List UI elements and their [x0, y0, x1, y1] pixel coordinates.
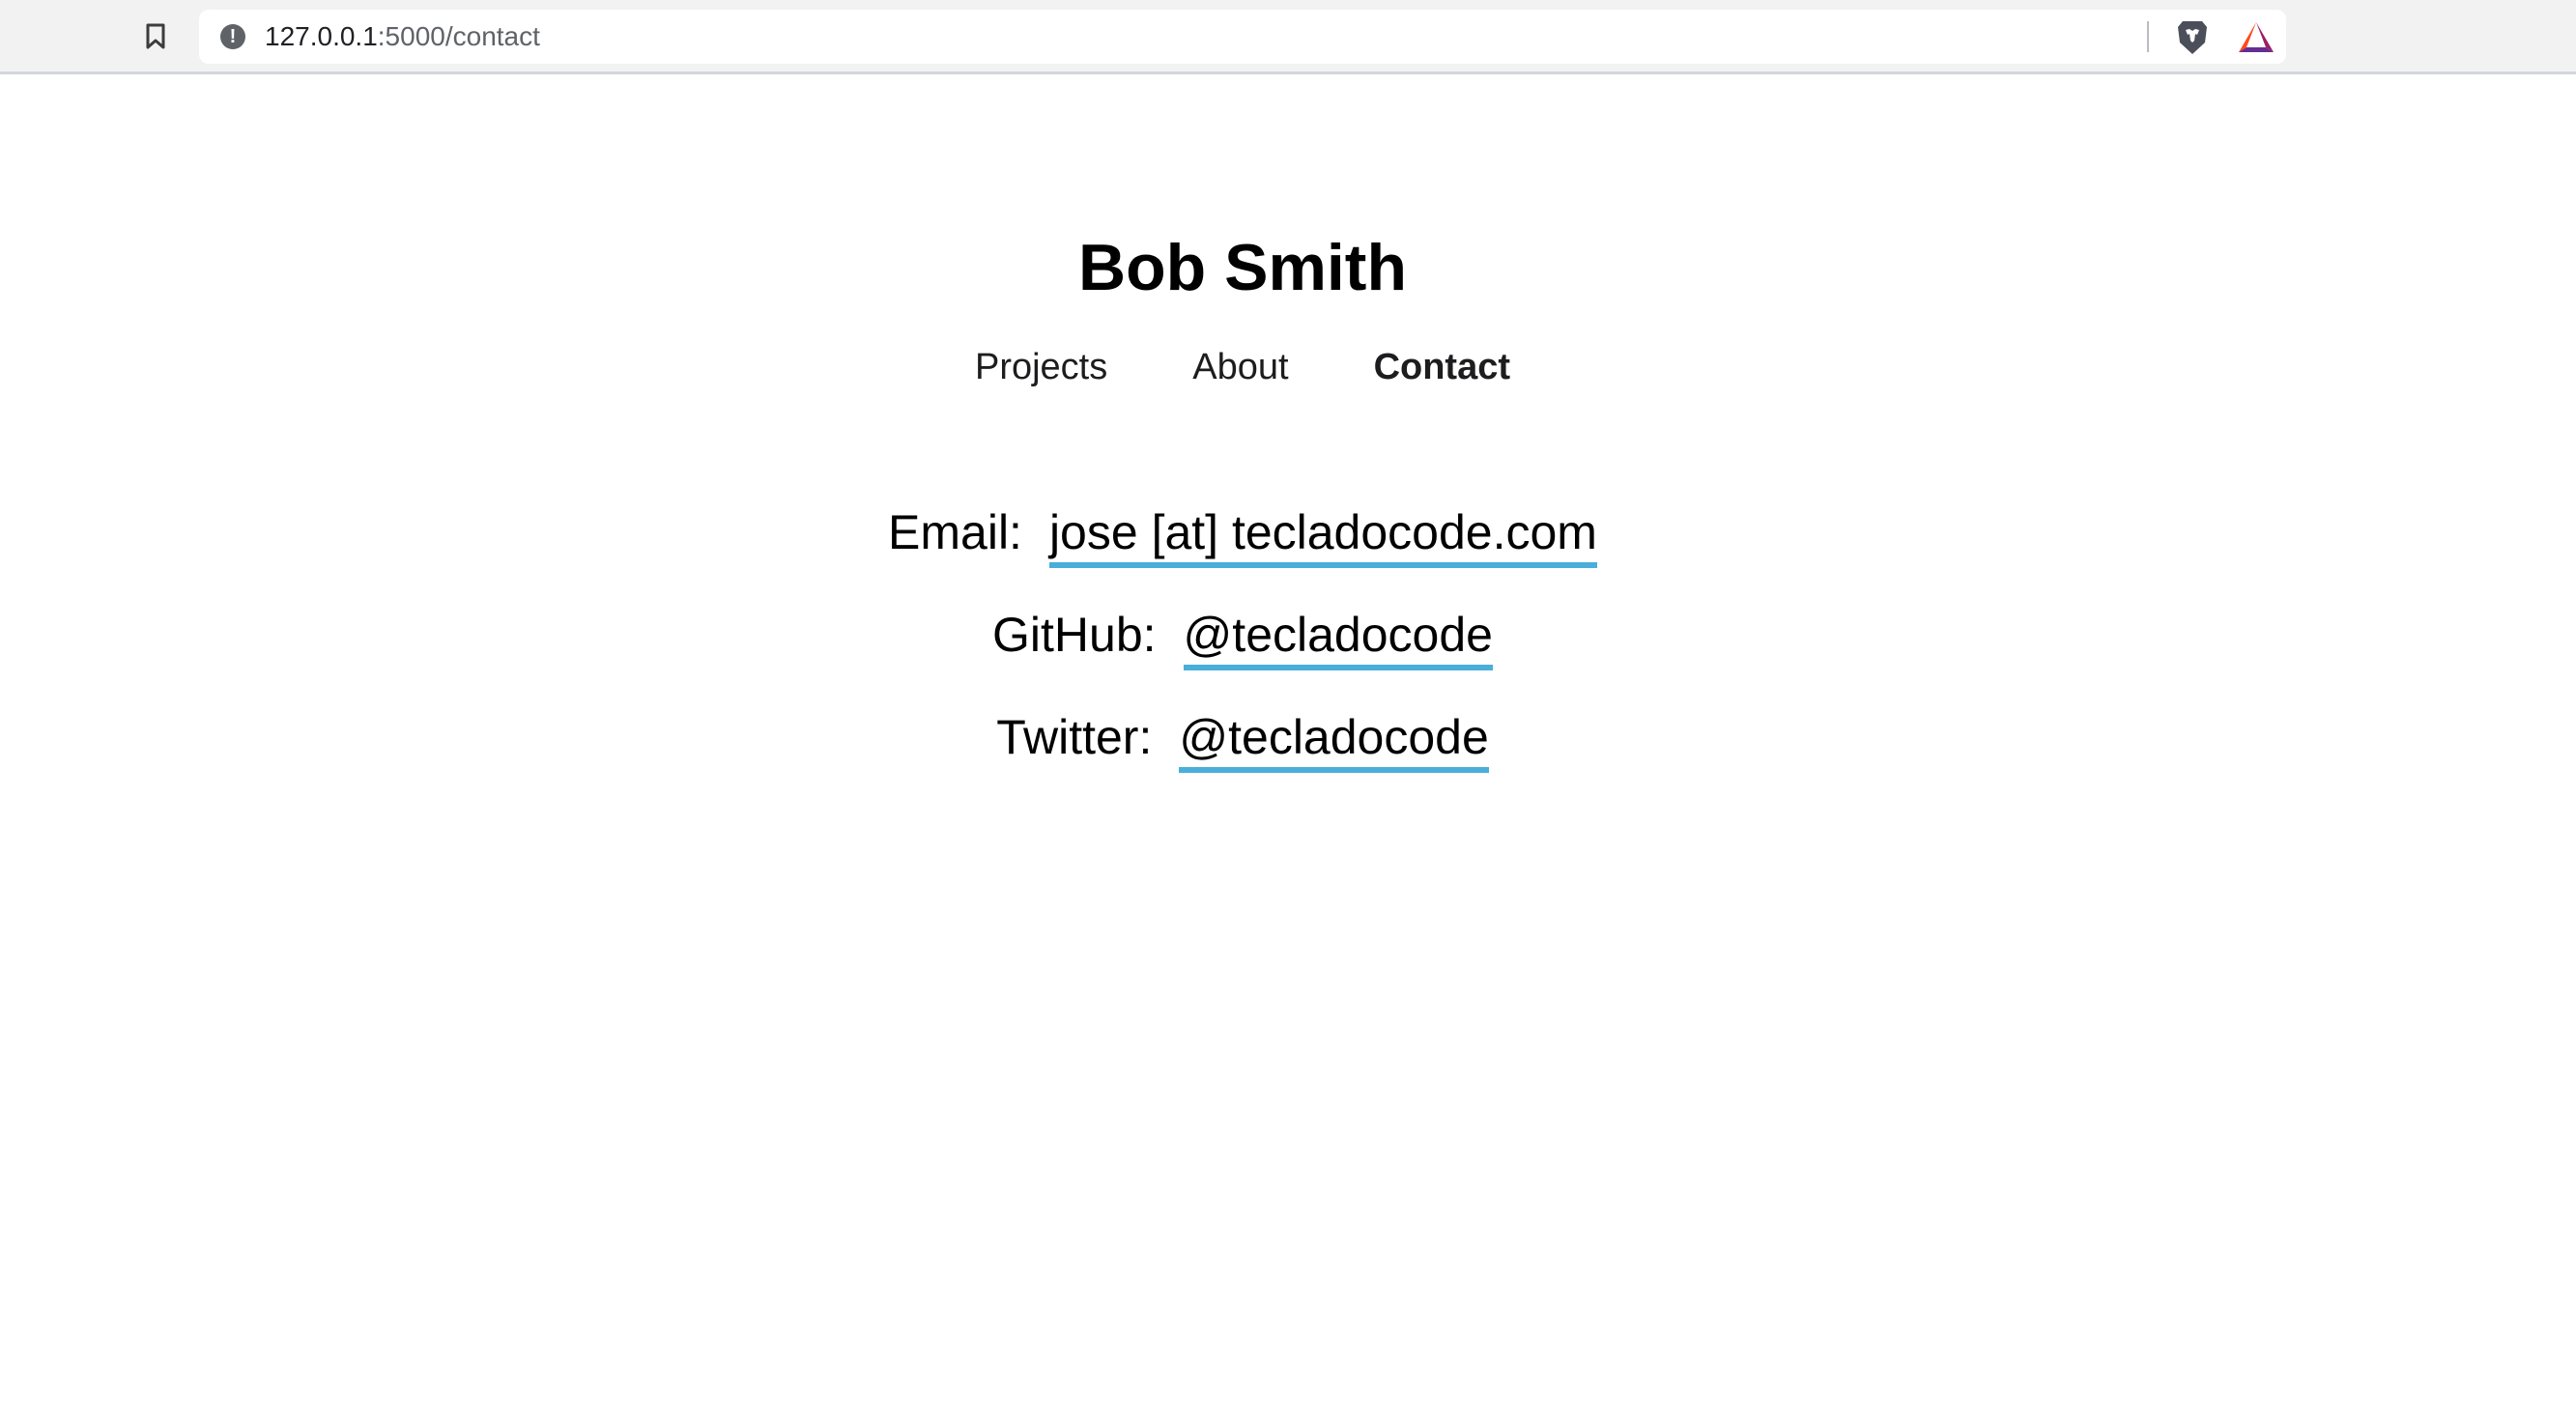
- main-nav: Projects About Contact: [0, 340, 2485, 394]
- nav-contact[interactable]: Contact: [1374, 340, 1510, 394]
- brave-shield-icon[interactable]: [2176, 19, 2209, 56]
- url-text[interactable]: 127.0.0.1:5000/contact: [265, 21, 540, 52]
- bat-rewards-icon[interactable]: [2238, 21, 2275, 54]
- nav-projects[interactable]: Projects: [975, 340, 1107, 394]
- contact-row-github: GitHub: @tecladocode: [0, 605, 2485, 707]
- contact-list: Email: jose [at] tecladocode.com GitHub:…: [0, 502, 2485, 810]
- url-path: :5000/contact: [377, 21, 540, 51]
- info-icon[interactable]: !: [220, 24, 245, 49]
- twitter-label: Twitter:: [996, 710, 1153, 764]
- url-host: 127.0.0.1: [265, 21, 378, 51]
- github-link[interactable]: @tecladocode: [1183, 605, 1493, 670]
- contact-row-twitter: Twitter: @tecladocode: [0, 707, 2485, 810]
- contact-row-email: Email: jose [at] tecladocode.com: [0, 502, 2485, 605]
- email-link[interactable]: jose [at] tecladocode.com: [1048, 502, 1597, 568]
- address-bar[interactable]: ! 127.0.0.1:5000/contact: [199, 10, 2286, 64]
- toolbar-divider: [2147, 21, 2149, 52]
- browser-toolbar: ! 127.0.0.1:5000/contact: [0, 0, 2576, 74]
- email-label: Email:: [888, 505, 1022, 559]
- site-title: Bob Smith: [1078, 231, 1407, 304]
- github-label: GitHub:: [992, 608, 1157, 662]
- twitter-link[interactable]: @tecladocode: [1179, 707, 1489, 773]
- bookmark-icon[interactable]: [145, 23, 166, 50]
- nav-about[interactable]: About: [1192, 340, 1288, 394]
